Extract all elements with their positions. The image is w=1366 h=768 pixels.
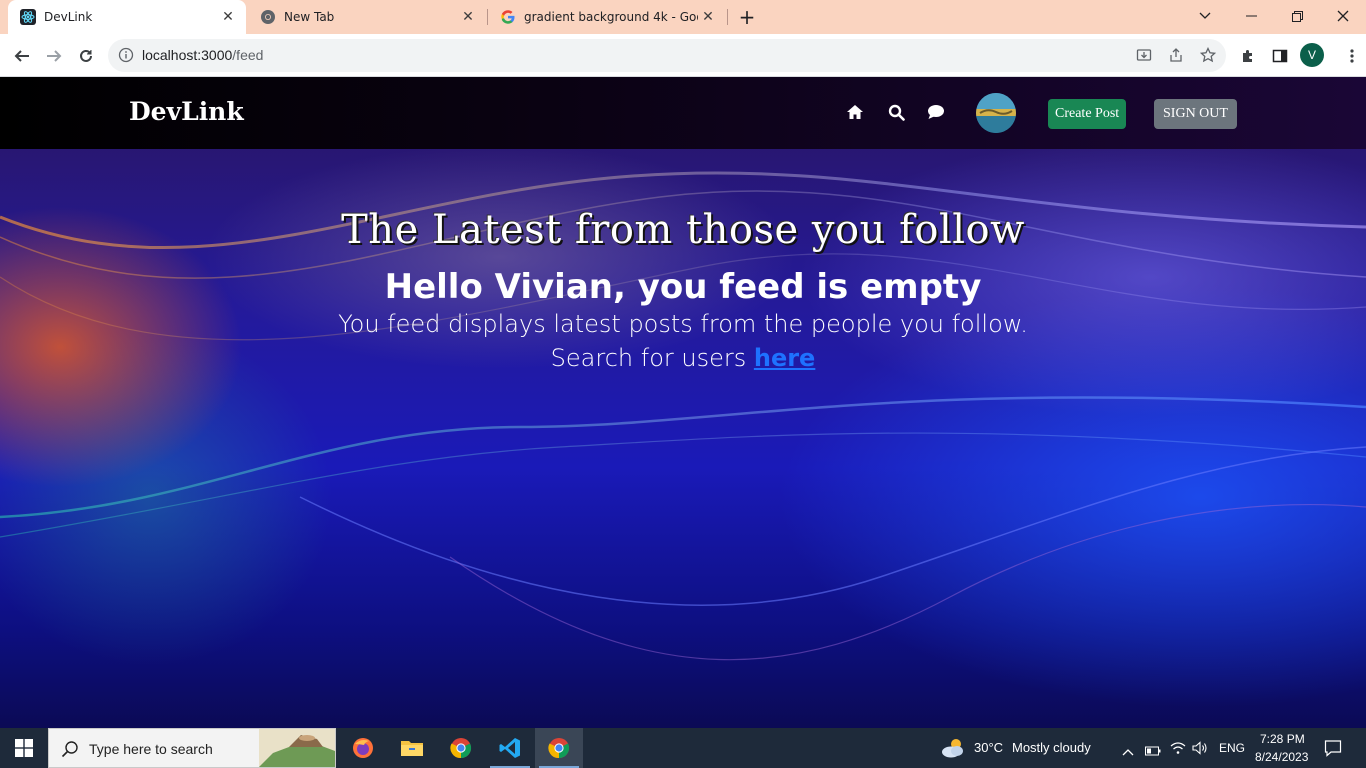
notifications-icon[interactable] — [1324, 739, 1342, 761]
tab-separator — [727, 9, 728, 25]
tab-search-chevron-icon[interactable] — [1182, 0, 1228, 32]
tab-google-search[interactable]: gradient background 4k - Google ✕ — [488, 0, 726, 34]
tab-title: DevLink — [44, 10, 93, 24]
bookmark-star-icon[interactable] — [1199, 46, 1217, 67]
tab-devlink[interactable]: DevLink ✕ — [8, 0, 246, 34]
weather-description[interactable]: Mostly cloudy — [1012, 740, 1091, 755]
site-info-icon[interactable] — [118, 47, 134, 63]
taskbar-search-box[interactable]: Type here to search — [48, 728, 336, 768]
chrome-icon — [260, 9, 276, 25]
clock-date[interactable]: 8/24/2023 — [1255, 750, 1308, 764]
wave-background-graphic — [0, 171, 1366, 661]
search-highlight-illustration — [259, 729, 335, 768]
search-users-link[interactable]: here — [754, 344, 815, 372]
empty-feed-message: The Latest from those you follow Hello V… — [0, 207, 1366, 375]
close-tab-icon[interactable]: ✕ — [218, 7, 238, 27]
chrome-profile-avatar[interactable]: V — [1300, 43, 1324, 67]
top-navbar: DevLink Create Post SIGN OUT — [0, 77, 1366, 149]
chat-icon[interactable] — [926, 101, 946, 123]
sign-out-button[interactable]: SIGN OUT — [1154, 99, 1237, 129]
user-avatar[interactable] — [976, 93, 1016, 133]
clock-time[interactable]: 7:28 PM — [1260, 732, 1305, 746]
browser-tab-strip: DevLink ✕ New Tab ✕ gradient background … — [0, 0, 1366, 34]
side-panel-icon[interactable] — [1266, 42, 1294, 70]
battery-icon[interactable] — [1145, 741, 1161, 760]
windows-taskbar: Type here to search 30°C Mostly cloudy E… — [0, 728, 1366, 768]
reload-button[interactable] — [72, 42, 100, 70]
address-bar[interactable]: localhost:3000/feed — [108, 39, 1226, 72]
feed-title: The Latest from those you follow — [341, 207, 1025, 253]
menu-kebab-icon[interactable] — [1338, 42, 1366, 70]
google-icon — [500, 9, 516, 25]
create-post-button[interactable]: Create Post — [1048, 99, 1127, 129]
url-path: /feed — [232, 47, 264, 63]
weather-cloudy-icon[interactable] — [940, 737, 966, 763]
input-language[interactable]: ENG — [1219, 741, 1245, 755]
volume-icon[interactable] — [1192, 740, 1208, 759]
close-tab-icon[interactable]: ✕ — [698, 7, 718, 27]
taskbar-search-placeholder: Type here to search — [89, 741, 213, 757]
brand-logo[interactable]: DevLink — [129, 97, 244, 126]
search-icon[interactable] — [886, 101, 906, 123]
home-icon[interactable] — [845, 101, 865, 123]
browser-toolbar: localhost:3000/feed V — [0, 34, 1366, 77]
file-explorer-icon[interactable] — [388, 728, 436, 768]
search-users-prompt: Search for users — [550, 344, 747, 372]
url-host: localhost:3000 — [142, 47, 233, 63]
new-tab-button[interactable]: + — [736, 6, 758, 28]
tab-title: gradient background 4k - Google — [524, 10, 698, 24]
close-tab-icon[interactable]: ✕ — [458, 7, 478, 27]
search-icon — [61, 740, 79, 762]
empty-feed-description: You feed displays latest posts from the … — [338, 310, 1028, 338]
chevron-up-icon[interactable] — [1122, 741, 1134, 760]
search-users-line: Search for users here — [0, 341, 1366, 375]
wifi-icon[interactable] — [1170, 740, 1186, 759]
share-icon[interactable] — [1168, 47, 1184, 67]
minimize-button[interactable] — [1228, 0, 1274, 32]
extensions-icon[interactable] — [1234, 42, 1262, 70]
forward-button[interactable] — [40, 42, 68, 70]
restore-button[interactable] — [1274, 0, 1320, 32]
chrome-icon[interactable] — [535, 728, 583, 768]
windows-start-button[interactable] — [0, 728, 48, 768]
react-icon — [20, 9, 36, 25]
chrome-icon[interactable] — [437, 728, 485, 768]
weather-temperature[interactable]: 30°C — [974, 740, 1003, 755]
empty-feed-heading: Hello Vivian, you feed is empty — [384, 267, 982, 307]
vscode-icon[interactable] — [486, 728, 534, 768]
firefox-icon[interactable] — [339, 728, 387, 768]
close-window-button[interactable] — [1320, 0, 1366, 32]
back-button[interactable] — [8, 42, 36, 70]
tab-new-tab[interactable]: New Tab ✕ — [248, 0, 486, 34]
url-text: localhost:3000/feed — [142, 47, 263, 63]
feed-page: DevLink Create Post SIGN OUT The Latest … — [0, 77, 1366, 728]
install-app-icon[interactable] — [1136, 47, 1152, 67]
tab-title: New Tab — [284, 10, 335, 24]
